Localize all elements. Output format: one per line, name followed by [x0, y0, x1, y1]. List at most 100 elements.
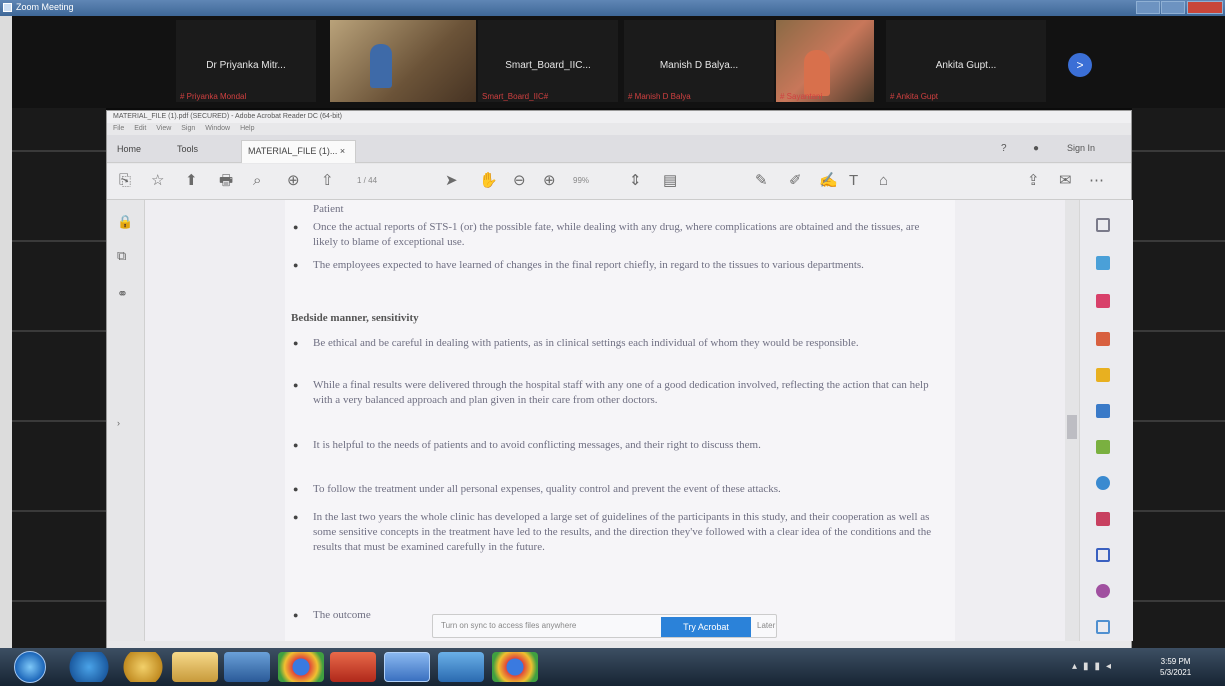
create-pdf-icon[interactable]: [1096, 256, 1110, 270]
zoom-search-icon[interactable]: ⌕: [253, 173, 261, 189]
highlight-icon[interactable]: ✐: [789, 173, 802, 189]
participant-subtitle: Smart_Board_IIC#: [482, 92, 549, 101]
document-view: Patient ● Once the actual reports of STS-…: [145, 200, 1065, 641]
text-icon[interactable]: T: [849, 173, 858, 189]
divider: [1132, 150, 1225, 152]
minimize-button[interactable]: [1136, 1, 1160, 14]
edit-pdf-icon[interactable]: [1096, 294, 1110, 308]
zoom-level-select[interactable]: 99%: [573, 176, 589, 185]
list-item-text: While a final results were delivered thr…: [313, 379, 929, 406]
divider: [1132, 420, 1225, 422]
divider: [12, 240, 106, 242]
page-up-icon[interactable]: ⇧: [321, 173, 334, 189]
comment-tool-icon[interactable]: [1096, 332, 1110, 346]
more-icon[interactable]: ⋯: [1089, 173, 1104, 189]
compress-icon[interactable]: [1096, 440, 1110, 454]
internet-explorer-icon[interactable]: [66, 652, 112, 682]
participant-name: Dr Priyanka Mitr...: [206, 60, 286, 71]
bullet-icon: ●: [293, 610, 299, 620]
fill-sign-icon[interactable]: [1096, 512, 1110, 526]
page-thumbnails-icon[interactable]: ⧉: [117, 248, 126, 264]
divider: [12, 420, 106, 422]
send-for-signature-icon[interactable]: [1096, 548, 1110, 562]
meeting-background-left: [12, 108, 106, 648]
protect-icon[interactable]: [1096, 476, 1110, 490]
menu-bar: File Edit View Sign Window Help: [107, 123, 1131, 135]
new-icon[interactable]: ⎘: [119, 173, 131, 189]
file-explorer-icon[interactable]: [172, 652, 218, 682]
more-tools-icon[interactable]: [1096, 584, 1110, 598]
upload-icon[interactable]: ⬆: [185, 173, 198, 189]
participant-tile[interactable]: Dr Priyanka Mitr... # Priyanka Mondal: [176, 20, 316, 102]
sign-in-link[interactable]: Sign In: [1067, 143, 1095, 153]
export-pdf-icon[interactable]: [1096, 218, 1110, 232]
tab-tools[interactable]: Tools: [177, 144, 198, 154]
participant-tile[interactable]: Manish D Balya... # Manish D Balya: [624, 20, 774, 102]
menu-help[interactable]: Help: [240, 125, 254, 132]
later-link[interactable]: Later: [757, 621, 775, 630]
folder-icon[interactable]: [120, 652, 166, 682]
list-item-text: Be ethical and be careful in dealing wit…: [313, 337, 859, 349]
combine-files-icon[interactable]: [1096, 368, 1110, 382]
divider: [12, 330, 106, 332]
participant-tile[interactable]: Ankita Gupt... # Ankita Gupt: [886, 20, 1046, 102]
hand-tool-icon[interactable]: ✋: [479, 173, 498, 189]
print-icon[interactable]: 🖶: [219, 173, 233, 189]
menu-sign[interactable]: Sign: [181, 125, 195, 132]
acrobat-taskbar-icon[interactable]: [330, 652, 376, 682]
participant-video[interactable]: # Sayantani: [776, 20, 874, 102]
tab-home[interactable]: Home: [117, 144, 141, 154]
participant-video[interactable]: [330, 20, 476, 102]
gallery-next-button[interactable]: >: [1068, 53, 1092, 77]
chrome-icon-2[interactable]: [492, 652, 538, 682]
collapse-pane-icon[interactable]: [1096, 620, 1110, 634]
zoom-in-icon[interactable]: ⊕: [287, 173, 300, 189]
start-button[interactable]: [14, 651, 46, 683]
maximize-button[interactable]: [1161, 1, 1185, 14]
menu-edit[interactable]: Edit: [134, 125, 146, 132]
share-icon[interactable]: ⇪: [1027, 173, 1040, 189]
bookmark-icon[interactable]: ☆: [151, 173, 164, 189]
document-tab-label: MATERIAL_FILE (1)...: [248, 146, 338, 156]
participant-name: Smart_Board_IIC...: [505, 60, 591, 71]
menu-view[interactable]: View: [156, 125, 171, 132]
media-icon[interactable]: [438, 652, 484, 682]
clock-time: 3:59 PM: [1160, 657, 1191, 666]
zoom-title-bar: Zoom Meeting: [0, 0, 1225, 16]
acrobat-title: MATERIAL_FILE (1).pdf (SECURED) - Adobe …: [107, 111, 1131, 123]
participant-tile[interactable]: Smart_Board_IIC... Smart_Board_IIC#: [478, 20, 618, 102]
menu-window[interactable]: Window: [205, 125, 230, 132]
zoom-in-small-icon[interactable]: ⊕: [543, 173, 556, 189]
chrome-icon[interactable]: [278, 652, 324, 682]
stamp-icon[interactable]: ⌂: [879, 173, 888, 189]
scroll-mode-icon[interactable]: ▤: [663, 173, 677, 189]
attachments-icon[interactable]: ⚭: [117, 286, 128, 302]
document-page: Patient ● Once the actual reports of STS-…: [285, 200, 955, 641]
try-acrobat-button[interactable]: Try Acrobat: [661, 617, 751, 637]
notification-icon[interactable]: ●: [1033, 143, 1039, 154]
system-tray-icons[interactable]: ▴▮▮◂: [1072, 661, 1117, 672]
close-button[interactable]: [1187, 1, 1223, 14]
help-icon[interactable]: ?: [1001, 143, 1007, 154]
tab-document[interactable]: MATERIAL_FILE (1)... ×: [241, 140, 356, 163]
fit-page-icon[interactable]: ⇕: [629, 173, 642, 189]
organize-pages-icon[interactable]: [1096, 404, 1110, 418]
taskbar-clock[interactable]: 3:59 PM 5/3/2021: [1160, 656, 1191, 678]
zoom-taskbar-icon[interactable]: [384, 652, 430, 682]
page-number-field[interactable]: 1 / 44: [357, 176, 377, 185]
top-fragment-text: Patient: [313, 203, 344, 215]
expand-pane-icon[interactable]: ›: [117, 418, 120, 428]
control-panel-icon[interactable]: [224, 652, 270, 682]
vertical-scrollbar[interactable]: [1065, 200, 1079, 641]
scrollbar-thumb[interactable]: [1067, 415, 1077, 439]
participant-figure: [804, 50, 830, 96]
participant-subtitle: # Manish D Balya: [628, 92, 691, 101]
mail-icon[interactable]: ✉: [1059, 173, 1072, 189]
bullet-icon: ●: [293, 260, 299, 270]
comment-icon[interactable]: ✎: [755, 173, 768, 189]
zoom-out-icon[interactable]: ⊖: [513, 173, 526, 189]
cursor-icon[interactable]: ➤: [445, 173, 458, 189]
windows-taskbar: ▴▮▮◂ 3:59 PM 5/3/2021: [0, 648, 1225, 686]
draw-icon[interactable]: ✍: [819, 173, 838, 189]
menu-file[interactable]: File: [113, 125, 124, 132]
